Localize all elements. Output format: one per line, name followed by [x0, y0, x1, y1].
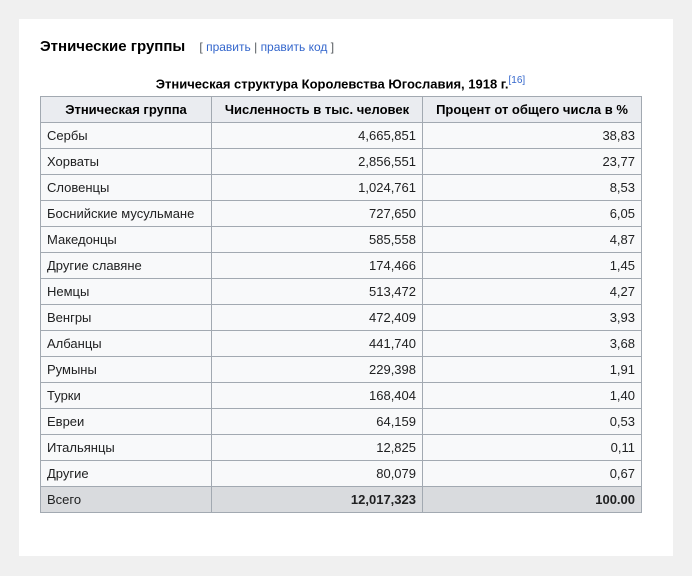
section-title: Этнические группы — [40, 38, 186, 55]
cell-group: Сербы — [40, 122, 212, 149]
cell-group: Другие славяне — [40, 252, 212, 279]
cell-group: Немцы — [40, 278, 212, 305]
cell-count: 229,398 — [211, 356, 423, 383]
cell-percent: 1,45 — [422, 252, 642, 279]
cell-count: 2,856,551 — [211, 148, 423, 175]
cell-count: 472,409 — [211, 304, 423, 331]
cell-count: 80,079 — [211, 460, 423, 487]
column-header-count: Численность в тыс. человек — [211, 96, 423, 123]
cell-percent: 100.00 — [422, 486, 642, 513]
cell-percent: 8,53 — [422, 174, 642, 201]
table-row: Турки 168,404 1,40 — [40, 382, 642, 409]
cell-percent: 1,91 — [422, 356, 642, 383]
edit-source-link[interactable]: править код — [261, 40, 328, 54]
table-row: Албанцы 441,740 3,68 — [40, 330, 642, 357]
cell-count: 441,740 — [211, 330, 423, 357]
table-row: Хорваты 2,856,551 23,77 — [40, 148, 642, 175]
cell-count: 727,650 — [211, 200, 423, 227]
cell-group: Румыны — [40, 356, 212, 383]
table-row: Румыны 229,398 1,91 — [40, 356, 642, 383]
cell-count: 12,825 — [211, 434, 423, 461]
table-row: Словенцы 1,024,761 8,53 — [40, 174, 642, 201]
cell-percent: 0,11 — [422, 434, 642, 461]
table-row: Другие 80,079 0,67 — [40, 460, 642, 487]
cell-percent: 4,87 — [422, 226, 642, 253]
cell-percent: 23,77 — [422, 148, 642, 175]
cell-percent: 4,27 — [422, 278, 642, 305]
cell-group: Венгры — [40, 304, 212, 331]
cell-percent: 38,83 — [422, 122, 642, 149]
cell-group: Всего — [40, 486, 212, 513]
table-row: Венгры 472,409 3,93 — [40, 304, 642, 331]
cell-percent: 6,05 — [422, 200, 642, 227]
table-row: Итальянцы 12,825 0,11 — [40, 434, 642, 461]
table-row: Македонцы 585,558 4,87 — [40, 226, 642, 253]
cell-group: Боснийские мусульмане — [40, 200, 212, 227]
cell-count: 168,404 — [211, 382, 423, 409]
column-header-group: Этническая группа — [40, 96, 212, 123]
edit-links: [ править | править код ] — [199, 40, 335, 54]
cell-percent: 3,93 — [422, 304, 642, 331]
table-caption-text: Этническая структура Королевства Югослав… — [155, 76, 509, 92]
cell-group: Словенцы — [40, 174, 212, 201]
table-row: Немцы 513,472 4,27 — [40, 278, 642, 305]
cell-count: 12,017,323 — [211, 486, 423, 513]
table-row: Другие славяне 174,466 1,45 — [40, 252, 642, 279]
cell-count: 4,665,851 — [211, 122, 423, 149]
cell-count: 64,159 — [211, 408, 423, 435]
cell-count: 585,558 — [211, 226, 423, 253]
cell-group: Македонцы — [40, 226, 212, 253]
table-header-row: Этническая группа Численность в тыс. чел… — [40, 96, 642, 123]
footnote-link[interactable]: [16] — [509, 75, 526, 86]
cell-percent: 3,68 — [422, 330, 642, 357]
column-header-percent: Процент от общего числа в % — [422, 96, 642, 123]
cell-group: Хорваты — [40, 148, 212, 175]
cell-group: Евреи — [40, 408, 212, 435]
table-row: Боснийские мусульмане 727,650 6,05 — [40, 200, 642, 227]
article-content: Этнические группы [ править | править ко… — [19, 19, 673, 556]
cell-group: Турки — [40, 382, 212, 409]
ethnic-table: Этническая группа Численность в тыс. чел… — [40, 96, 642, 513]
cell-group: Другие — [40, 460, 212, 487]
edit-link[interactable]: править — [206, 40, 251, 54]
cell-count: 174,466 — [211, 252, 423, 279]
cell-count: 513,472 — [211, 278, 423, 305]
cell-group: Албанцы — [40, 330, 212, 357]
cell-percent: 0,53 — [422, 408, 642, 435]
cell-group: Итальянцы — [40, 434, 212, 461]
cell-percent: 1,40 — [422, 382, 642, 409]
cell-percent: 0,67 — [422, 460, 642, 487]
table-row: Сербы 4,665,851 38,83 — [40, 122, 642, 149]
section-heading: Этнические группы [ править | править ко… — [40, 38, 334, 55]
table-total-row: Всего 12,017,323 100.00 — [40, 486, 642, 513]
cell-count: 1,024,761 — [211, 174, 423, 201]
table-row: Евреи 64,159 0,53 — [40, 408, 642, 435]
table-caption: Этническая структура Королевства Югослав… — [40, 75, 641, 91]
